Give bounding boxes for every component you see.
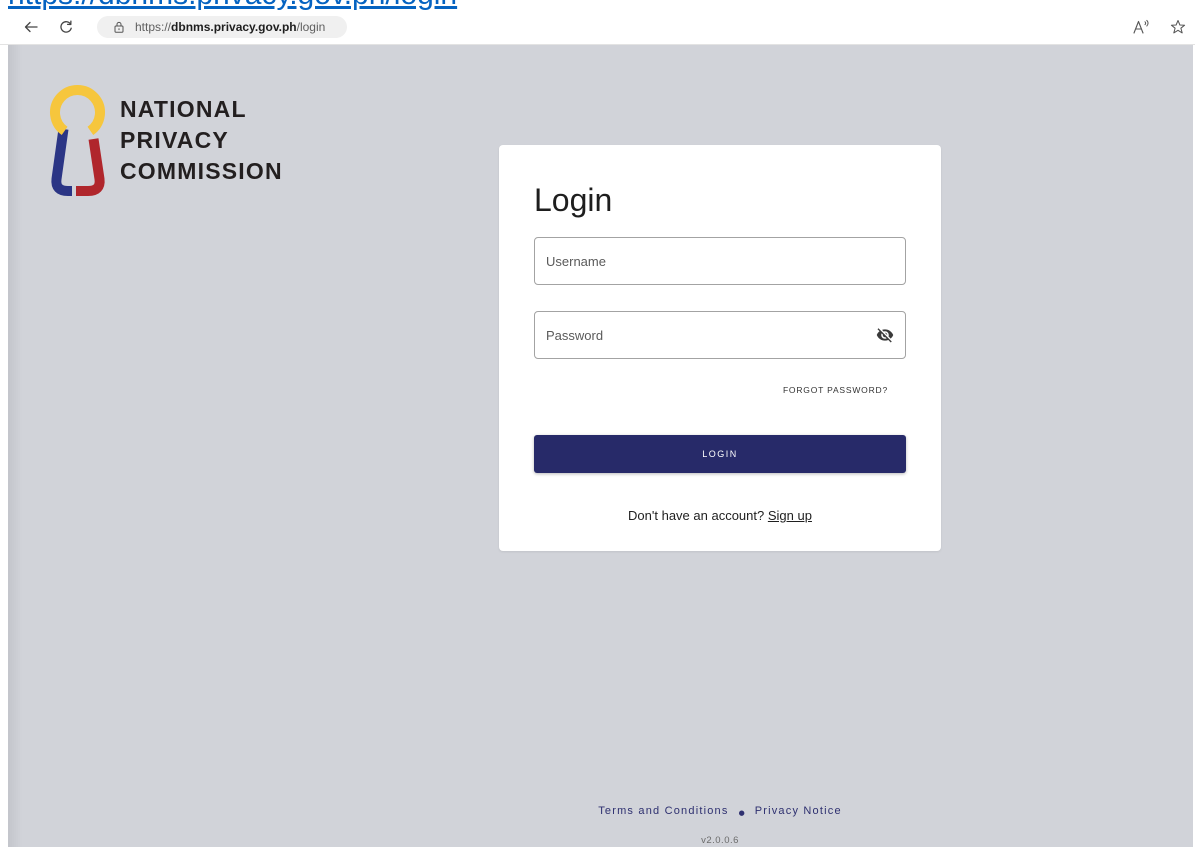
address-bar[interactable]: https://dbnms.privacy.gov.ph/login	[97, 16, 347, 38]
footer-separator-dot: ●	[738, 809, 745, 817]
login-button[interactable]: LOGIN	[534, 435, 906, 473]
username-input[interactable]	[534, 237, 906, 285]
document-hyperlink[interactable]: https://dbnms.privacy.gov.ph/login	[8, 0, 457, 10]
password-field	[534, 311, 906, 359]
url-scheme: https://	[135, 20, 172, 34]
logo-yellow-ring	[50, 85, 105, 135]
sign-up-link[interactable]: Sign up	[768, 508, 812, 523]
read-aloud-icon	[1133, 19, 1149, 34]
add-favorite-button[interactable]	[1168, 17, 1188, 37]
keyhole-logo-icon	[50, 85, 105, 196]
login-card: Login FORGOT PASSWORD? LOGIN Don't have …	[499, 145, 941, 551]
forgot-password-link[interactable]: FORGOT PASSWORD?	[783, 383, 888, 397]
star-outline-icon	[1170, 20, 1186, 34]
signup-prompt: Don't have an account? Sign up	[499, 507, 941, 525]
username-field	[534, 237, 906, 285]
reload-button[interactable]	[56, 17, 76, 37]
eye-off-icon	[876, 328, 893, 343]
terms-and-conditions-link[interactable]: Terms and Conditions	[598, 805, 728, 817]
reload-icon	[60, 20, 72, 33]
app-version: v2.0.0.6	[701, 835, 739, 846]
toggle-password-visibility-button[interactable]	[875, 326, 894, 344]
read-aloud-button[interactable]	[1132, 17, 1152, 37]
privacy-notice-link[interactable]: Privacy Notice	[755, 805, 842, 817]
url-host: dbnms.privacy.gov.ph	[171, 20, 297, 34]
login-title: Login	[534, 182, 613, 218]
brand-line-commission: COMMISSION	[120, 158, 283, 184]
brand-name: NATIONAL PRIVACY COMMISSION	[120, 94, 283, 187]
page-viewport: NATIONAL PRIVACY COMMISSION Login FORGOT…	[8, 45, 1193, 847]
logo-red-band	[76, 138, 105, 196]
address-url: https://dbnms.privacy.gov.ph/login	[135, 16, 325, 38]
lock-icon	[114, 21, 124, 33]
password-input[interactable]	[534, 311, 906, 359]
signup-prompt-text: Don't have an account?	[628, 508, 765, 523]
footer-links: Terms and Conditions ● Privacy Notice	[499, 803, 941, 821]
arrow-left-icon	[24, 21, 38, 33]
logo-blue-band	[51, 128, 73, 196]
left-edge-shadow	[8, 45, 22, 847]
back-button[interactable]	[21, 17, 41, 37]
url-path: /login	[296, 20, 326, 34]
brand-line-national: NATIONAL	[120, 96, 247, 122]
browser-toolbar: https://dbnms.privacy.gov.ph/login	[0, 11, 1195, 45]
brand-line-privacy: PRIVACY	[120, 127, 229, 153]
